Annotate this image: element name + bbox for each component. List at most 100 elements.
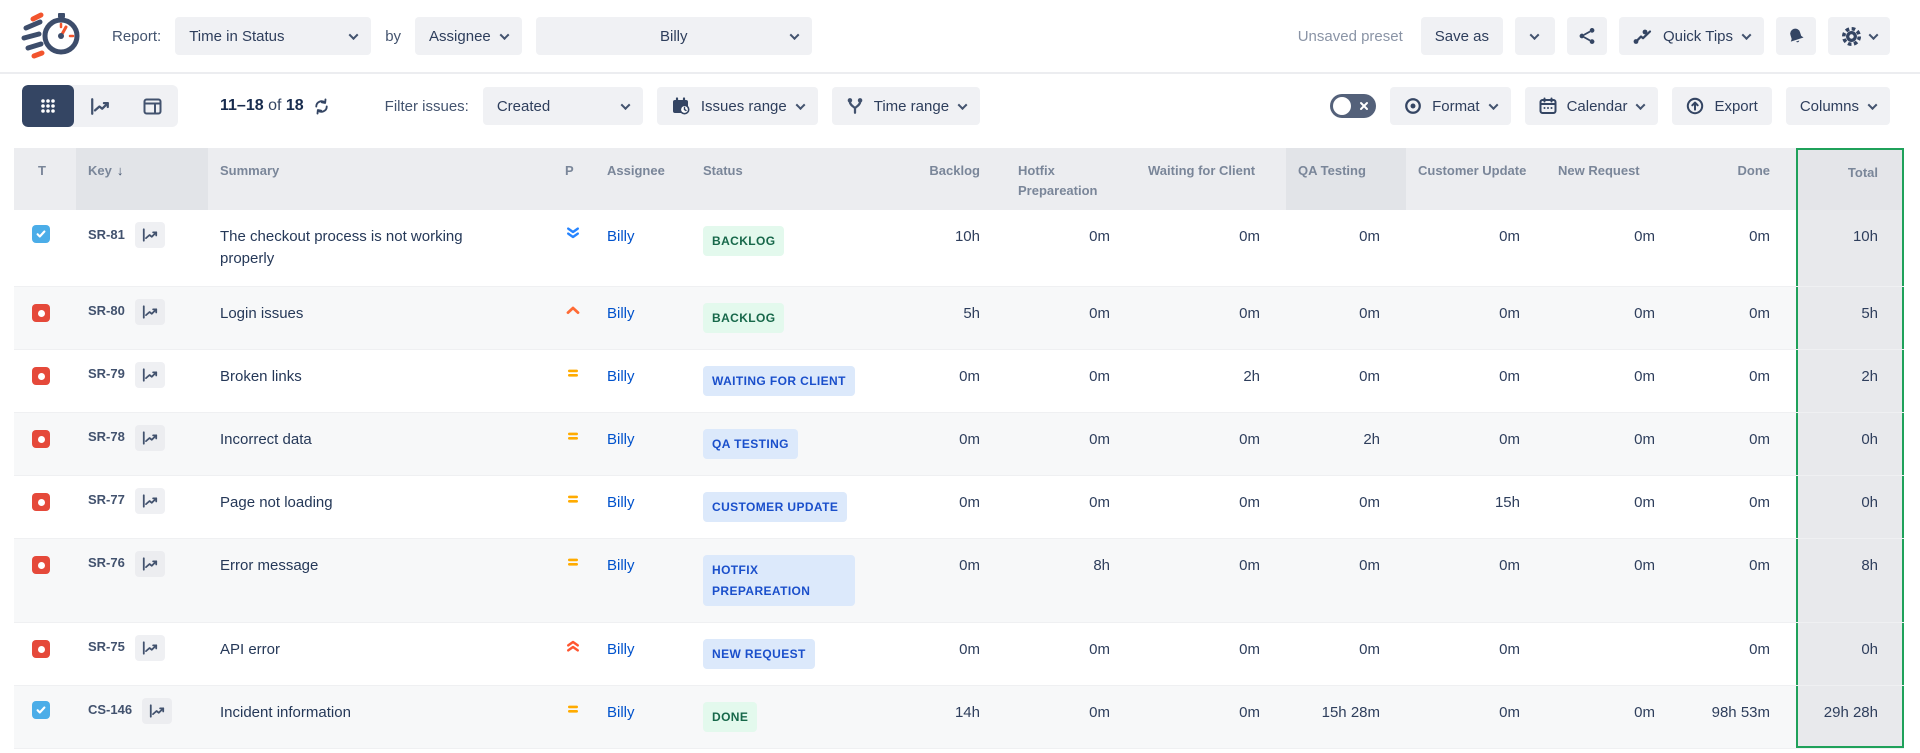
subject-select[interactable]: Billy bbox=[536, 17, 812, 55]
priority-cell bbox=[551, 539, 595, 593]
status-cell: HOTFIX PREPAREATION bbox=[691, 539, 906, 622]
assignee-cell: Billy bbox=[595, 413, 691, 467]
time-range-button[interactable]: Time range bbox=[832, 87, 980, 125]
board-view-button[interactable] bbox=[126, 85, 178, 127]
assignee-link[interactable]: Billy bbox=[607, 228, 635, 245]
issues-range-button[interactable]: Issues range bbox=[657, 87, 818, 125]
column-header-total[interactable]: Total bbox=[1796, 148, 1904, 210]
total-cell: 8h bbox=[1796, 539, 1904, 622]
issue-type-cell bbox=[14, 476, 76, 529]
issue-trend-chart-button[interactable] bbox=[135, 299, 165, 325]
assignee-link[interactable]: Billy bbox=[607, 368, 635, 385]
column-header-t[interactable]: T bbox=[14, 148, 76, 210]
format-button[interactable]: Format bbox=[1390, 87, 1511, 125]
issue-key: SR-80 bbox=[88, 302, 125, 321]
report-table: TKey↓SummaryPAssigneeStatusBacklogHotfix… bbox=[0, 138, 1920, 749]
assignee-cell: Billy bbox=[595, 350, 691, 404]
table-row: SR-75API errorBillyNEW REQUEST0m0m0m0m0m… bbox=[14, 623, 1904, 686]
priority-cell bbox=[551, 210, 595, 264]
assignee-link[interactable]: Billy bbox=[607, 494, 635, 511]
assignee-link[interactable]: Billy bbox=[607, 704, 635, 721]
chart-view-button[interactable] bbox=[74, 85, 126, 127]
priority-medium-icon bbox=[565, 704, 581, 721]
columns-button[interactable]: Columns bbox=[1786, 87, 1890, 125]
assignee-link[interactable]: Billy bbox=[607, 431, 635, 448]
column-header-backlog[interactable]: Backlog bbox=[906, 148, 1006, 210]
total-cell: 10h bbox=[1796, 210, 1904, 286]
group-by-value: Assignee bbox=[429, 28, 491, 45]
issue-type-cell bbox=[14, 686, 76, 739]
issue-type-bug-icon bbox=[32, 304, 50, 322]
time-cell-new-request: 0m bbox=[1546, 686, 1681, 740]
issue-trend-chart-button[interactable] bbox=[135, 551, 165, 577]
issue-type-cell bbox=[14, 287, 76, 340]
priority-cell bbox=[551, 413, 595, 467]
time-cell-qa-testing: 0m bbox=[1286, 287, 1406, 341]
column-header-summary[interactable]: Summary bbox=[208, 148, 551, 210]
issue-trend-chart-button[interactable] bbox=[135, 362, 165, 388]
notifications-button[interactable] bbox=[1776, 17, 1816, 55]
share-button[interactable] bbox=[1567, 17, 1607, 55]
issue-summary: Incident information bbox=[208, 686, 551, 740]
calendar-button[interactable]: Calendar bbox=[1525, 87, 1659, 125]
time-cell-hotfix-prepareation: 0m bbox=[1006, 476, 1136, 530]
board-layout-icon bbox=[143, 98, 162, 115]
column-header-waiting-for-client[interactable]: Waiting for Client bbox=[1136, 148, 1286, 210]
filter-field-select[interactable]: Created bbox=[483, 87, 643, 125]
column-header-hotfix-prepareation[interactable]: Hotfix Prepareation bbox=[1006, 148, 1136, 210]
group-by-select[interactable]: Assignee bbox=[415, 17, 522, 55]
issue-type-task-icon bbox=[32, 225, 50, 243]
time-cell-new-request: 0m bbox=[1546, 210, 1681, 264]
priority-high-icon bbox=[565, 305, 581, 322]
grid-view-button[interactable] bbox=[22, 85, 74, 127]
column-header-done[interactable]: Done bbox=[1681, 148, 1796, 210]
issue-summary: The checkout process is not working prop… bbox=[208, 210, 551, 286]
assignee-link[interactable]: Billy bbox=[607, 305, 635, 322]
column-header-p[interactable]: P bbox=[551, 148, 595, 210]
issue-summary: Incorrect data bbox=[208, 413, 551, 467]
time-cell-done: 0m bbox=[1681, 210, 1796, 264]
refresh-icon[interactable] bbox=[312, 97, 331, 116]
time-cell-backlog: 0m bbox=[906, 623, 1006, 677]
save-as-button[interactable]: Save as bbox=[1421, 17, 1503, 55]
column-header-customer-update[interactable]: Customer Update bbox=[1406, 148, 1546, 210]
table-row: SR-76Error messageBillyHOTFIX PREPAREATI… bbox=[14, 539, 1904, 623]
issue-type-cell bbox=[14, 210, 76, 263]
assignee-cell: Billy bbox=[595, 287, 691, 341]
subject-value: Billy bbox=[660, 28, 688, 45]
column-header-status[interactable]: Status bbox=[691, 148, 906, 210]
assignee-link[interactable]: Billy bbox=[607, 557, 635, 574]
issue-trend-chart-button[interactable] bbox=[135, 488, 165, 514]
issue-trend-chart-button[interactable] bbox=[135, 222, 165, 248]
report-type-select[interactable]: Time in Status bbox=[175, 17, 371, 55]
time-cell-customer-update: 0m bbox=[1406, 413, 1546, 467]
time-cell-customer-update: 0m bbox=[1406, 623, 1546, 677]
time-cell-customer-update: 0m bbox=[1406, 287, 1546, 341]
issue-trend-chart-button[interactable] bbox=[142, 698, 172, 724]
chevron-down-icon bbox=[789, 30, 799, 40]
column-header-qa-testing[interactable]: QA Testing bbox=[1286, 148, 1406, 210]
total-cell: 0h bbox=[1796, 413, 1904, 475]
quick-tips-button[interactable]: Quick Tips bbox=[1619, 17, 1764, 55]
time-cell-qa-testing: 0m bbox=[1286, 476, 1406, 530]
time-cell-hotfix-prepareation: 0m bbox=[1006, 413, 1136, 467]
assignee-link[interactable]: Billy bbox=[607, 641, 635, 658]
issue-trend-chart-button[interactable] bbox=[135, 425, 165, 451]
export-button[interactable]: Export bbox=[1672, 87, 1771, 125]
issue-trend-chart-button[interactable] bbox=[135, 635, 165, 661]
issue-type-bug-icon bbox=[32, 430, 50, 448]
assignee-cell: Billy bbox=[595, 210, 691, 264]
settings-button[interactable] bbox=[1828, 17, 1890, 55]
column-header-new-request[interactable]: New Request bbox=[1546, 148, 1681, 210]
save-as-dropdown-button[interactable] bbox=[1515, 17, 1555, 55]
issue-type-bug-icon bbox=[32, 493, 50, 511]
time-cell-new-request: 0m bbox=[1546, 413, 1681, 467]
status-badge: QA TESTING bbox=[703, 429, 798, 459]
status-badge: WAITING FOR CLIENT bbox=[703, 366, 855, 396]
column-header-key[interactable]: Key↓ bbox=[76, 148, 208, 210]
priority-cell bbox=[551, 623, 595, 677]
column-header-assignee[interactable]: Assignee bbox=[595, 148, 691, 210]
assignee-cell: Billy bbox=[595, 476, 691, 530]
time-cell-new-request: 0m bbox=[1546, 287, 1681, 341]
compare-toggle[interactable] bbox=[1330, 94, 1376, 118]
